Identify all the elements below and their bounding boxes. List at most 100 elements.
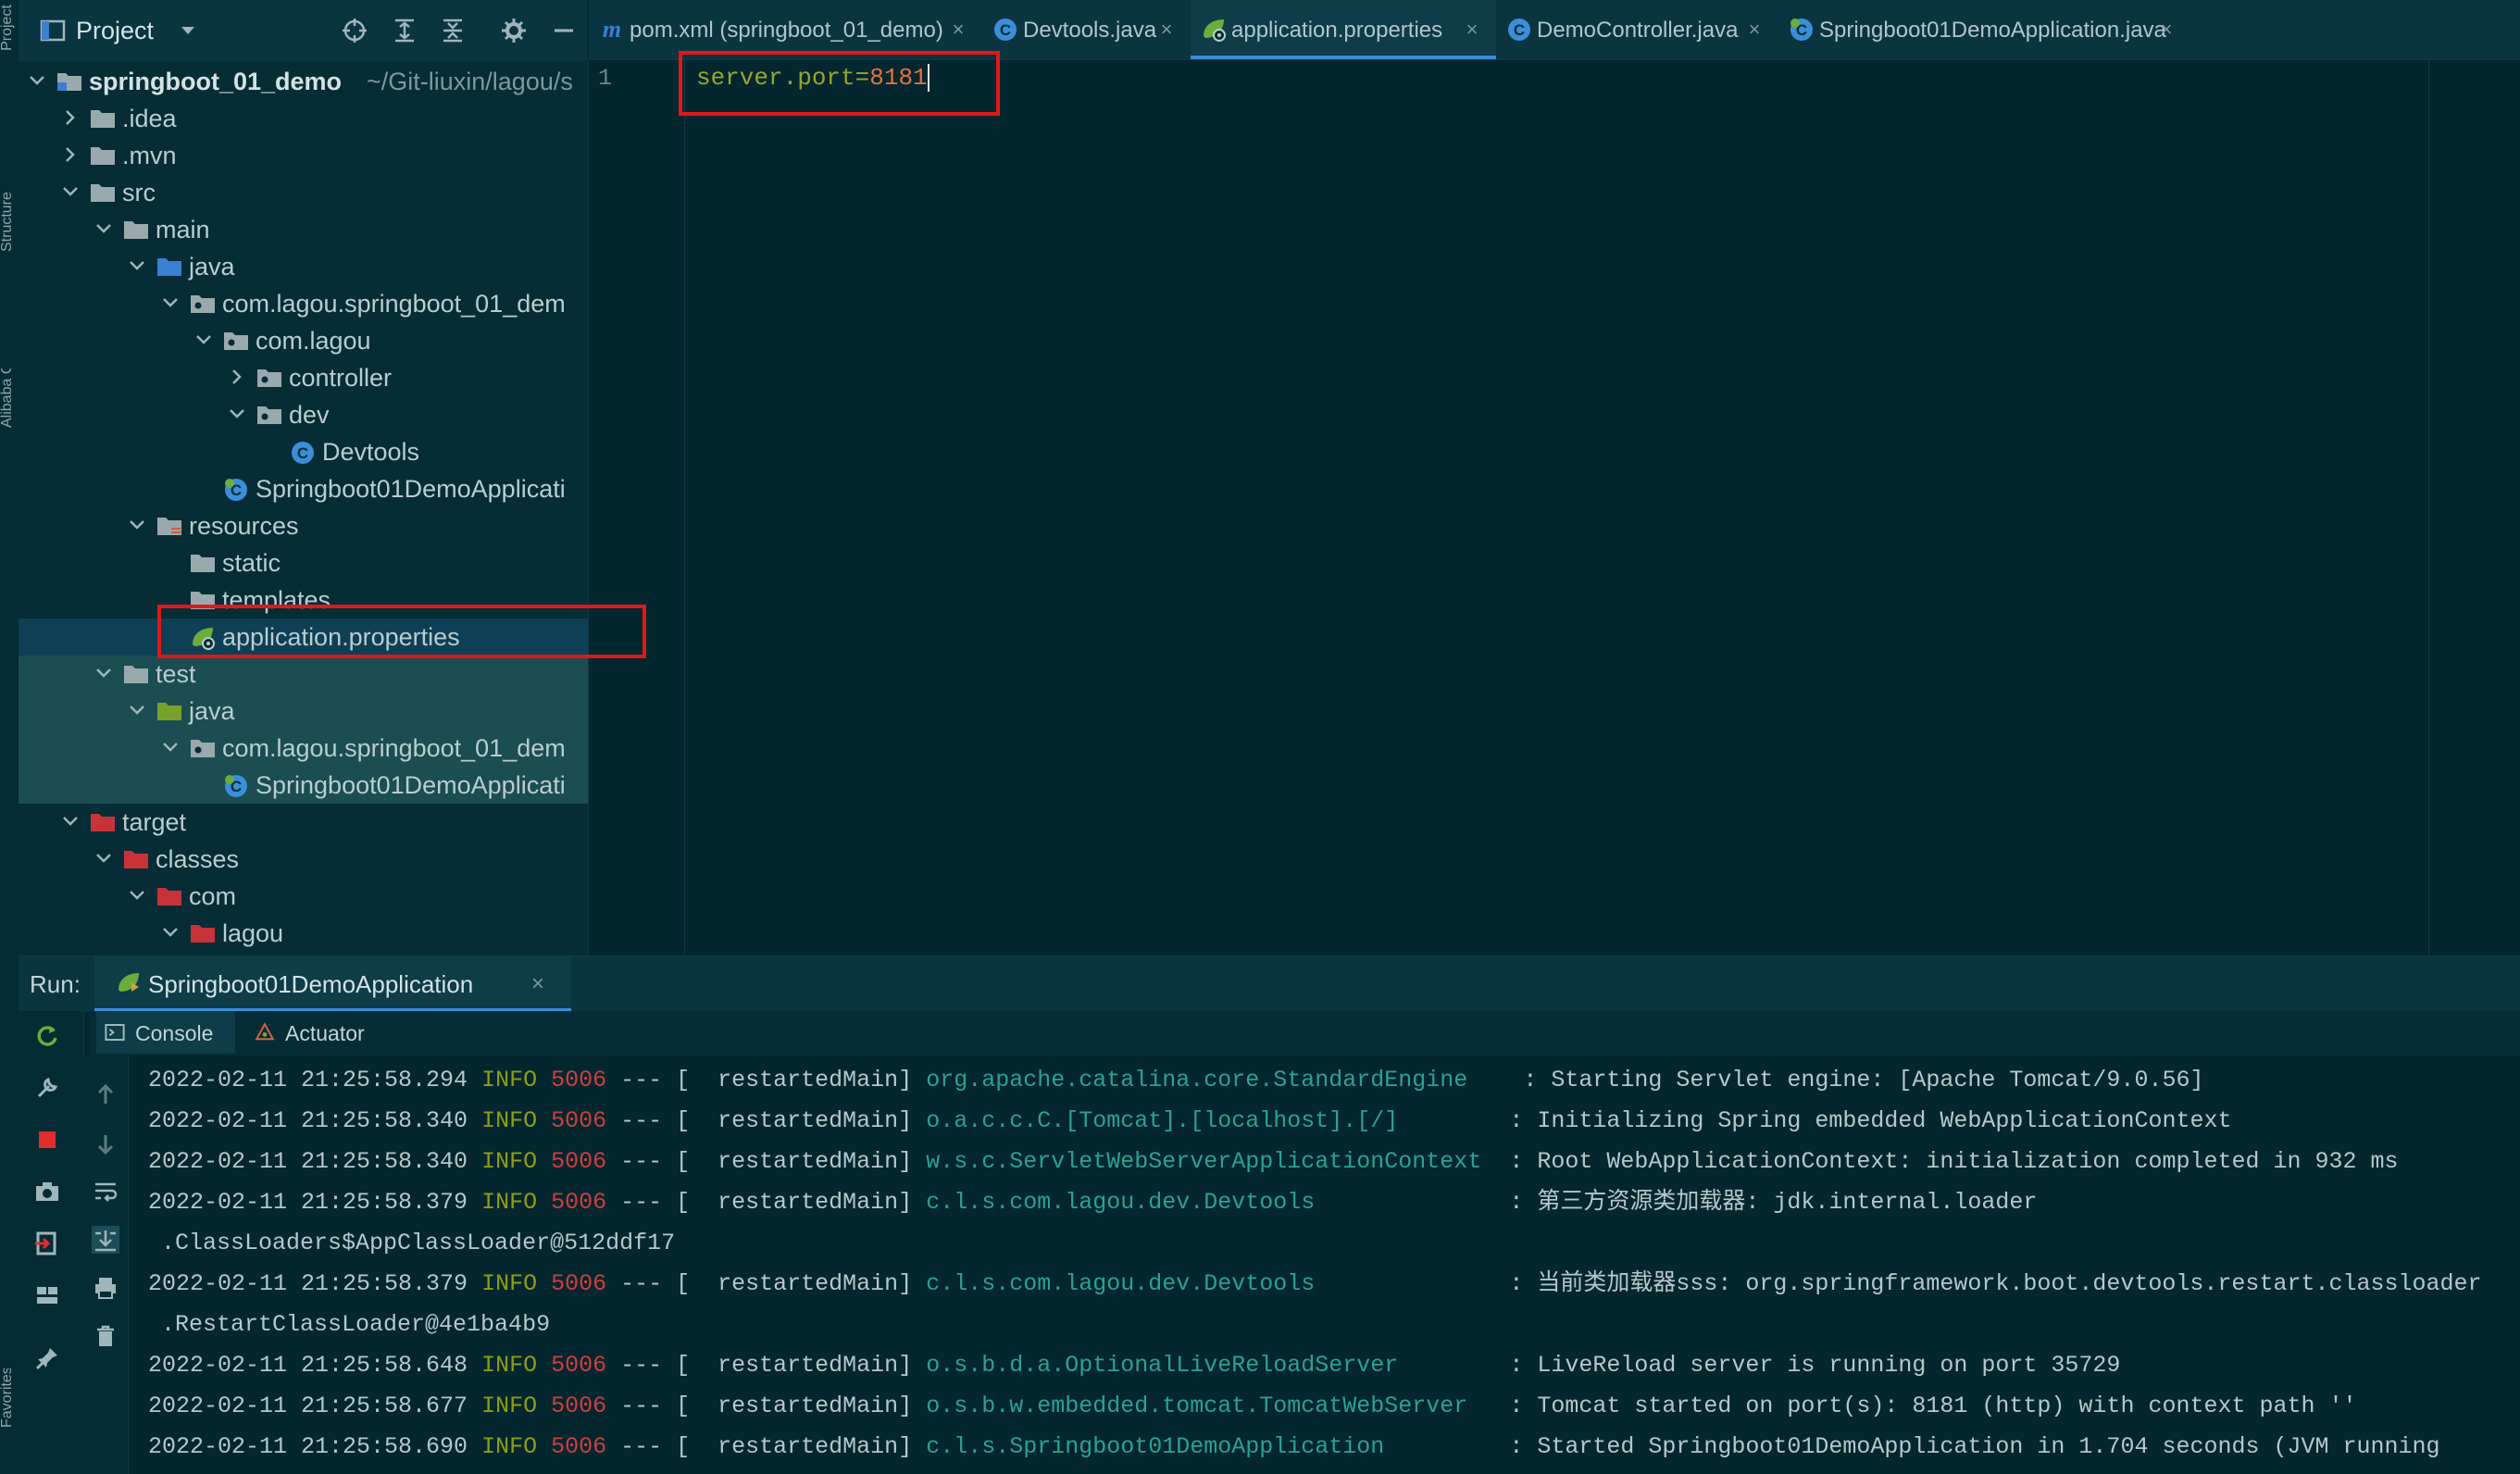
spring-boot-class-icon: C — [222, 476, 250, 502]
tool-window-structure[interactable]: Structure — [0, 193, 17, 252]
gear-icon[interactable] — [500, 17, 528, 44]
tree-item[interactable]: com.lagou.springboot_01_dem — [19, 285, 588, 322]
chevron-down-icon[interactable] — [26, 69, 48, 92]
editor-tab[interactable]: C Devtools.java × — [982, 0, 1191, 59]
tree-item[interactable]: dev — [19, 396, 588, 433]
tree-item[interactable]: C Devtools — [19, 433, 588, 470]
editor-area[interactable] — [685, 60, 2520, 956]
expand-all-icon[interactable] — [391, 17, 418, 44]
chevron-right-icon[interactable] — [59, 106, 81, 129]
chevron-down-icon[interactable] — [93, 662, 115, 684]
project-panel-title[interactable]: Project — [76, 15, 154, 46]
close-icon[interactable]: × — [1461, 19, 1483, 41]
run-config-tab[interactable]: Springboot01DemoApplication × — [94, 956, 571, 1012]
tree-item-label: dev — [289, 401, 330, 429]
close-icon[interactable]: × — [1155, 19, 1178, 41]
chevron-down-icon[interactable] — [159, 921, 181, 943]
wrench-icon[interactable] — [33, 1074, 61, 1102]
chevron-down-icon[interactable] — [174, 17, 202, 44]
close-icon[interactable]: × — [2155, 19, 2177, 41]
chevron-down-icon[interactable] — [59, 181, 81, 203]
java-class-icon: C — [1505, 16, 1533, 44]
chevron-down-icon[interactable] — [226, 403, 248, 425]
chevron-down-icon[interactable] — [159, 736, 181, 758]
tool-window-project[interactable]: Project — [0, 0, 17, 57]
folder-icon — [189, 550, 217, 576]
arrow-up-icon[interactable] — [92, 1081, 119, 1109]
tree-item[interactable]: classes — [19, 841, 588, 878]
chevron-down-icon[interactable] — [126, 514, 148, 536]
java-class-icon: C — [992, 16, 1019, 44]
log-line: 2022-02-11 21:25:58.648 INFO 5006 --- [ … — [148, 1350, 2120, 1381]
chevron-down-icon[interactable] — [126, 255, 148, 277]
tree-item[interactable]: .mvn — [19, 137, 588, 174]
layout-icon[interactable] — [33, 1281, 61, 1309]
console-tab[interactable]: Actuator — [246, 1011, 385, 1054]
chevron-right-icon[interactable] — [226, 366, 248, 388]
chevron-down-icon[interactable] — [126, 699, 148, 721]
print-icon[interactable] — [92, 1274, 119, 1302]
tree-item-label: java — [189, 253, 235, 281]
tree-item[interactable]: com — [19, 878, 588, 915]
pin-icon[interactable] — [33, 1344, 61, 1372]
console-output[interactable]: 2022-02-11 21:25:58.294 INFO 5006 --- [ … — [129, 1056, 2520, 1474]
log-timestamp: 2022-02-11 21:25:58.340 — [148, 1107, 468, 1134]
tree-item[interactable]: com.lagou — [19, 322, 588, 359]
tree-item[interactable]: src — [19, 174, 588, 211]
locate-file-icon[interactable] — [341, 17, 368, 44]
resources-folder-icon — [156, 513, 183, 539]
close-icon[interactable]: × — [1743, 19, 1765, 41]
chevron-down-icon[interactable] — [159, 292, 181, 314]
tree-item[interactable]: static — [19, 544, 588, 581]
tree-item[interactable]: C Springboot01DemoApplicati — [19, 470, 588, 507]
tree-item[interactable]: com.lagou.springboot_01_dem — [19, 730, 588, 767]
log-timestamp: 2022-02-11 21:25:58.379 — [148, 1189, 468, 1216]
scroll-to-end-icon[interactable] — [92, 1226, 119, 1254]
tree-item[interactable]: target — [19, 804, 588, 841]
trash-icon[interactable] — [92, 1322, 119, 1350]
tree-item[interactable]: .idea — [19, 100, 588, 137]
tree-item[interactable]: springboot_01_demo ~/Git-liuxin/lagou/s — [19, 63, 588, 100]
close-icon[interactable]: × — [531, 971, 544, 997]
tree-item[interactable]: java — [19, 248, 588, 285]
editor-tab[interactable]: C DemoController.java × — [1496, 0, 1778, 59]
stop-icon[interactable] — [33, 1126, 61, 1154]
package-icon — [222, 328, 250, 354]
module-folder-icon — [56, 69, 83, 94]
chevron-down-icon[interactable] — [126, 884, 148, 906]
arrow-down-icon[interactable] — [92, 1130, 119, 1157]
tree-item[interactable]: test — [19, 656, 588, 693]
exit-icon[interactable] — [33, 1230, 61, 1257]
highlight-box-code — [679, 51, 1000, 116]
chevron-down-icon[interactable] — [193, 329, 215, 351]
tree-item[interactable]: C Springboot01DemoApplicati — [19, 767, 588, 804]
tree-item[interactable]: main — [19, 211, 588, 248]
chevron-right-icon[interactable] — [59, 144, 81, 166]
chevron-down-icon[interactable] — [59, 810, 81, 832]
log-level: INFO — [481, 1189, 538, 1216]
chevron-down-icon[interactable] — [93, 847, 115, 869]
editor-tab[interactable]: application.properties × — [1191, 0, 1496, 59]
svg-text:C: C — [1514, 21, 1525, 39]
left-tool-stripe: Project Structure Alibaba Cloud Explorer… — [0, 0, 19, 1474]
camera-icon[interactable] — [33, 1178, 61, 1205]
chevron-down-icon[interactable] — [93, 218, 115, 240]
log-line: 2022-02-11 21:25:58.677 INFO 5006 --- [ … — [148, 1391, 2356, 1422]
log-logger: o.a.c.c.C.[Tomcat].[localhost].[/] — [926, 1107, 1496, 1134]
spring-boot-class-icon: C — [222, 772, 250, 798]
soft-wrap-icon[interactable] — [92, 1178, 119, 1205]
tree-item[interactable]: lagou — [19, 915, 588, 952]
tool-window-favorites[interactable]: Favorites — [0, 1368, 17, 1428]
rerun-icon[interactable] — [33, 1022, 61, 1050]
collapse-all-icon[interactable] — [439, 17, 467, 44]
console-tab[interactable]: Console — [96, 1011, 235, 1054]
tree-item[interactable]: resources — [19, 507, 588, 544]
tree-item[interactable]: controller — [19, 359, 588, 396]
tree-item[interactable]: java — [19, 693, 588, 730]
hide-panel-icon[interactable] — [550, 17, 578, 44]
close-icon[interactable]: × — [947, 19, 969, 41]
editor-tab[interactable]: C Springboot01DemoApplication.java × — [1778, 0, 2190, 59]
log-level: INFO — [481, 1433, 538, 1460]
run-toolbar — [19, 1011, 84, 1474]
tool-window-alibaba-cloud[interactable]: Alibaba Cloud Explorer — [0, 368, 17, 428]
